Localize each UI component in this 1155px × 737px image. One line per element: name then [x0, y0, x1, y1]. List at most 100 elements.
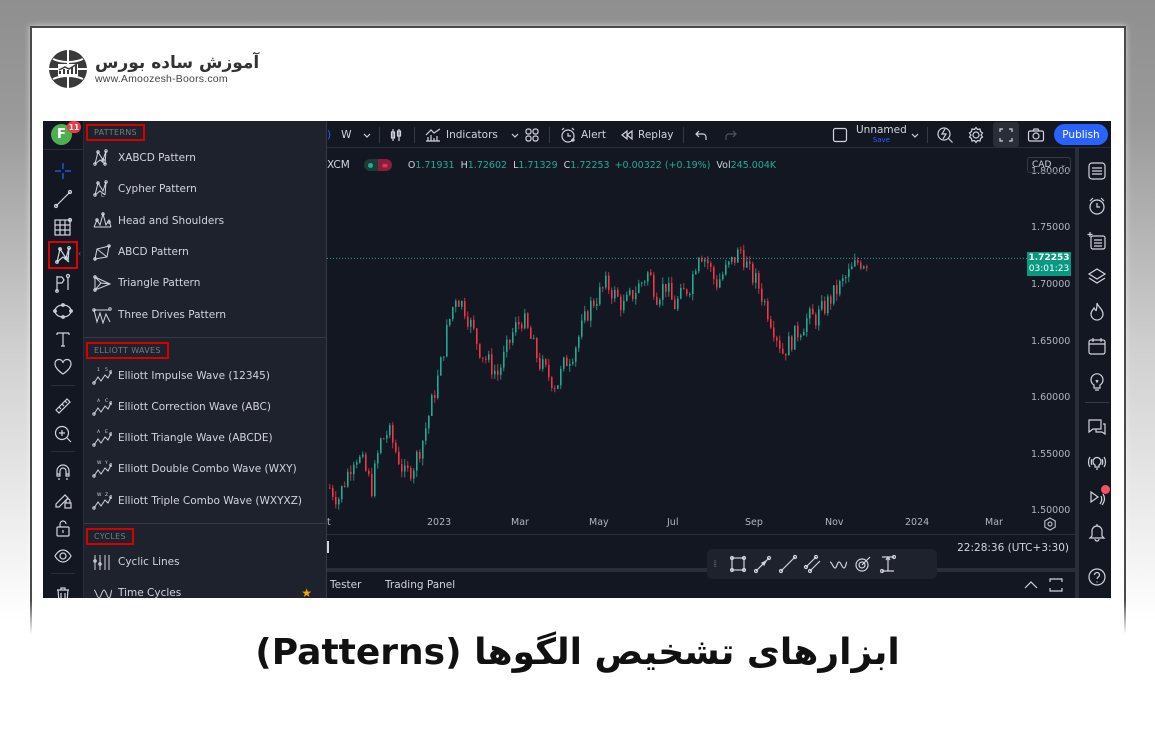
crosshair-tool[interactable]: [49, 158, 77, 184]
candle-body: [485, 358, 487, 360]
candle-body: [671, 282, 673, 300]
screenshot-button[interactable]: [1027, 121, 1045, 148]
help-button[interactable]: [1084, 564, 1110, 590]
candle-body: [548, 364, 550, 378]
favorite-star-icon[interactable]: ★: [301, 586, 312, 598]
watchlist-button[interactable]: [1084, 158, 1110, 184]
forecasting-tool[interactable]: [49, 270, 77, 296]
magnet-mode-tool[interactable]: [49, 459, 77, 485]
menu-item[interactable]: Triangle Pattern: [88, 269, 324, 297]
tab-trading-panel[interactable]: Trading Panel: [385, 579, 455, 591]
indicators-button[interactable]: Indicators: [424, 121, 520, 148]
quick-search-button[interactable]: [936, 121, 954, 148]
parallel-channel-tool-icon[interactable]: [803, 554, 823, 574]
tab-strategy-tester[interactable]: Tester: [330, 579, 361, 591]
menu-item[interactable]: A E Elliott Triangle Wave (ABCDE): [88, 424, 324, 452]
fib-spiral-tool-icon[interactable]: [853, 554, 873, 574]
remove-drawings-tool[interactable]: [49, 581, 77, 598]
alert-label: Alert: [581, 128, 606, 141]
redo-button[interactable]: [724, 121, 738, 148]
menu-item[interactable]: Three Drives Pattern: [88, 301, 324, 329]
clock[interactable]: 22:28:36 (UTC+3:30): [957, 542, 1069, 554]
alerts-bell-button[interactable]: [1084, 519, 1110, 545]
candle-body: [758, 273, 760, 289]
fullscreen-icon: [999, 127, 1013, 142]
layout-name-button[interactable]: Unnamed Save: [856, 121, 907, 148]
calendar-button[interactable]: [1084, 333, 1110, 359]
candle-body: [785, 353, 787, 356]
hide-drawings-tool[interactable]: [49, 543, 77, 569]
publish-button[interactable]: Publish: [1054, 124, 1108, 145]
candle-body: [539, 357, 541, 369]
hotlists-button[interactable]: [1084, 298, 1110, 324]
candle-body: [440, 357, 442, 376]
candle-body: [593, 300, 595, 306]
text-tool[interactable]: [49, 326, 77, 352]
layers-button[interactable]: [1084, 263, 1110, 289]
candle-body: [608, 275, 610, 291]
time-cycles-tool-icon[interactable]: [828, 554, 848, 574]
patterns-tool[interactable]: [48, 241, 78, 269]
candle-body: [383, 438, 385, 440]
candle-body: [665, 283, 667, 292]
chats-button[interactable]: [1084, 414, 1110, 440]
price-chart[interactable]: [327, 148, 1027, 533]
chevron-down-icon: [911, 133, 919, 138]
help-icon: [1088, 568, 1106, 586]
candle-body: [521, 324, 523, 329]
menu-item[interactable]: Time Cycles ★: [88, 579, 324, 598]
candle-body: [446, 324, 448, 357]
trend-line-tool-icon[interactable]: [778, 554, 798, 574]
maximize-panel-icon[interactable]: [1049, 578, 1063, 592]
collapse-arrow-icon[interactable]: ‹: [78, 249, 81, 258]
drag-handle[interactable]: ⁞⁞: [713, 559, 723, 570]
alerts-button[interactable]: [1084, 193, 1110, 219]
shapes-tool[interactable]: [49, 298, 77, 324]
lock-drawings-tool[interactable]: [49, 487, 77, 513]
menu-item[interactable]: Cyclic Lines: [88, 548, 324, 576]
object-tree-button[interactable]: [1084, 228, 1110, 254]
menu-item[interactable]: A C Elliott Correction Wave (ABC): [88, 393, 324, 421]
interval-selector[interactable]: ) W: [327, 121, 372, 148]
chevron-up-icon[interactable]: [1024, 580, 1038, 590]
menu-item[interactable]: 1 5 Elliott Impulse Wave (12345): [88, 362, 324, 390]
axis-settings-button[interactable]: [1043, 516, 1057, 535]
rectangle-tool-icon[interactable]: [728, 554, 748, 574]
currency-selector[interactable]: CAD ⌄: [1027, 157, 1071, 173]
candle-body: [674, 299, 676, 310]
zoom-in-tool[interactable]: [49, 421, 77, 447]
candle-body: [812, 308, 814, 315]
candle-body: [569, 363, 571, 367]
lock-all-tool[interactable]: [49, 515, 77, 541]
trend-line-tool[interactable]: [49, 186, 77, 212]
price-range-tool-icon[interactable]: [878, 554, 898, 574]
icons-tool[interactable]: [49, 354, 77, 380]
alert-button[interactable]: Alert: [559, 121, 606, 148]
menu-item[interactable]: W Z Elliott Triple Combo Wave (WXYXZ): [88, 487, 324, 515]
undo-button[interactable]: [694, 121, 708, 148]
ideas-button[interactable]: [1084, 368, 1110, 394]
settings-button[interactable]: [967, 121, 985, 148]
replay-button[interactable]: Replay: [620, 121, 674, 148]
svg-text:W: W: [97, 492, 102, 498]
menu-item[interactable]: ABCD Pattern: [88, 238, 324, 266]
candle-body: [641, 282, 643, 284]
menu-item[interactable]: W Y Elliott Double Combo Wave (WXY): [88, 455, 324, 483]
layout-checkbox[interactable]: [832, 121, 848, 148]
layout-menu-button[interactable]: [910, 121, 920, 148]
cypher-pattern-icon: C: [93, 180, 108, 198]
three-drives-icon: [92, 306, 112, 324]
candle-body: [770, 319, 772, 328]
streams-button[interactable]: [1084, 449, 1110, 475]
time-axis[interactable]: t 2023 Mar May Jul Sep Nov 2024 Mar: [327, 513, 1067, 533]
gann-fib-tool[interactable]: [49, 214, 77, 240]
menu-item[interactable]: XABCD Pattern: [88, 144, 324, 172]
measure-tool[interactable]: [49, 393, 77, 419]
chart-type-button[interactable]: [388, 121, 404, 148]
svg-text:A: A: [97, 429, 101, 435]
menu-item[interactable]: C Cypher Pattern: [88, 175, 324, 203]
price-axis[interactable]: 1.80000 1.75000 1.70000 1.65000 1.60000 1.550…: [1027, 148, 1075, 533]
layouts-button[interactable]: [524, 121, 540, 148]
arrow-tool-icon[interactable]: [753, 554, 773, 574]
menu-item[interactable]: Head and Shoulders: [88, 207, 324, 235]
